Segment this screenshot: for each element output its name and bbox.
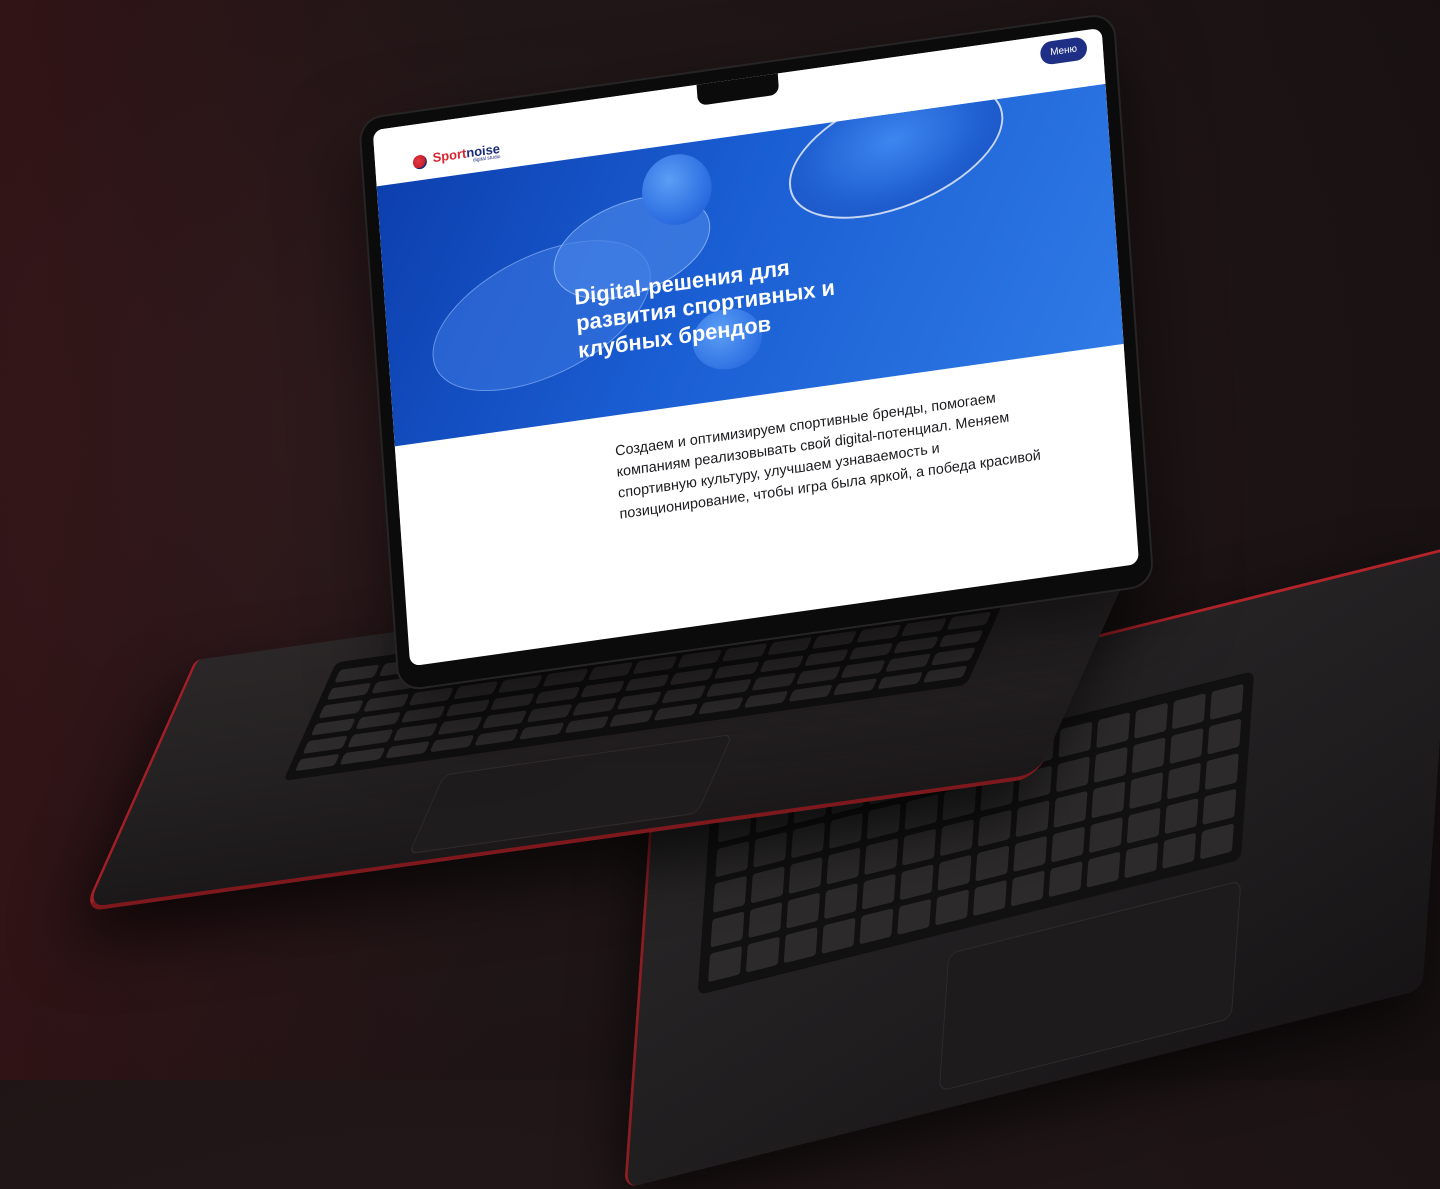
keyboard-key bbox=[437, 716, 483, 735]
keyboard-key bbox=[624, 673, 670, 692]
laptop-lid: Sportnoise digital studio Меню Digital-р… bbox=[360, 14, 1153, 690]
keyboard-key bbox=[722, 643, 768, 662]
logo-text: Sportnoise digital studio bbox=[432, 141, 501, 169]
keyboard-key bbox=[677, 649, 723, 668]
keyboard-key bbox=[901, 617, 947, 636]
keyboard-key bbox=[885, 653, 931, 672]
keyboard-key bbox=[616, 691, 663, 710]
keyboard-key bbox=[534, 686, 581, 705]
keyboard-key bbox=[579, 679, 626, 698]
keyboard-key bbox=[519, 721, 565, 740]
keyboard-key bbox=[347, 729, 394, 748]
keyboard-key bbox=[339, 746, 386, 765]
keyboard-key bbox=[848, 642, 895, 661]
main-laptop: Sportnoise digital studio Меню Digital-р… bbox=[0, 0, 1440, 1080]
keyboard-key bbox=[542, 668, 589, 687]
keyboard-key bbox=[384, 740, 431, 759]
keyboard-key bbox=[698, 696, 744, 715]
keyboard-key bbox=[302, 735, 349, 754]
keyboard-key bbox=[759, 654, 805, 673]
keyboard-key bbox=[294, 753, 341, 772]
keyboard-key bbox=[743, 690, 789, 709]
keyboard-key bbox=[811, 630, 858, 649]
logo-subtitle: digital studio bbox=[472, 153, 501, 164]
laptop-screen: Sportnoise digital studio Меню Digital-р… bbox=[372, 27, 1140, 667]
keyboard-key bbox=[498, 674, 544, 693]
keyboard-key bbox=[766, 636, 813, 655]
keyboard-key bbox=[408, 687, 454, 706]
site-logo[interactable]: Sportnoise digital studio bbox=[412, 141, 501, 172]
keyboard-key bbox=[714, 660, 760, 679]
keyboard-key bbox=[587, 662, 634, 681]
keyboard-key bbox=[429, 734, 475, 753]
keyboard-key bbox=[571, 697, 618, 716]
keyboard-key bbox=[877, 671, 924, 690]
keyboard-key bbox=[490, 692, 536, 711]
keyboard-key bbox=[856, 624, 902, 643]
keyboard-key bbox=[930, 647, 976, 666]
keyboard-key bbox=[326, 682, 373, 701]
keyboard-key bbox=[334, 664, 380, 683]
keyboard-key bbox=[832, 677, 879, 696]
keyboard-key bbox=[445, 698, 491, 717]
keyboard-key bbox=[310, 717, 357, 736]
scene: Sportnoise digital studio Меню Digital-р… bbox=[0, 0, 1440, 1189]
keyboard-key bbox=[795, 666, 842, 685]
keyboard-key bbox=[922, 664, 968, 683]
keyboard-key bbox=[453, 680, 499, 699]
keyboard-key bbox=[392, 722, 438, 741]
menu-button[interactable]: Меню bbox=[1039, 35, 1088, 66]
keyboard-key bbox=[788, 683, 834, 702]
keyboard-key bbox=[706, 678, 752, 697]
logo-name-part1: Sport bbox=[432, 145, 467, 166]
keyboard-key bbox=[946, 611, 992, 630]
keyboard-key bbox=[669, 667, 715, 686]
ball-logo-icon bbox=[412, 154, 428, 171]
keyboard-key bbox=[482, 710, 528, 729]
keyboard-key bbox=[608, 709, 655, 728]
keyboard-key bbox=[632, 655, 678, 674]
keyboard-key bbox=[527, 703, 573, 722]
keyboard-key bbox=[563, 715, 610, 734]
keyboard-key bbox=[661, 685, 707, 703]
keyboard-key bbox=[318, 699, 365, 718]
keyboard-key bbox=[355, 711, 402, 730]
keyboard-key bbox=[893, 635, 939, 654]
keyboard-key bbox=[938, 629, 984, 648]
keyboard-key bbox=[400, 705, 446, 724]
keyboard-key bbox=[751, 672, 797, 691]
keyboard-key bbox=[840, 659, 887, 678]
keyboard-key bbox=[474, 727, 520, 746]
keyboard-key bbox=[653, 702, 699, 721]
keyboard-key bbox=[363, 693, 409, 712]
keyboard-key bbox=[803, 648, 850, 667]
